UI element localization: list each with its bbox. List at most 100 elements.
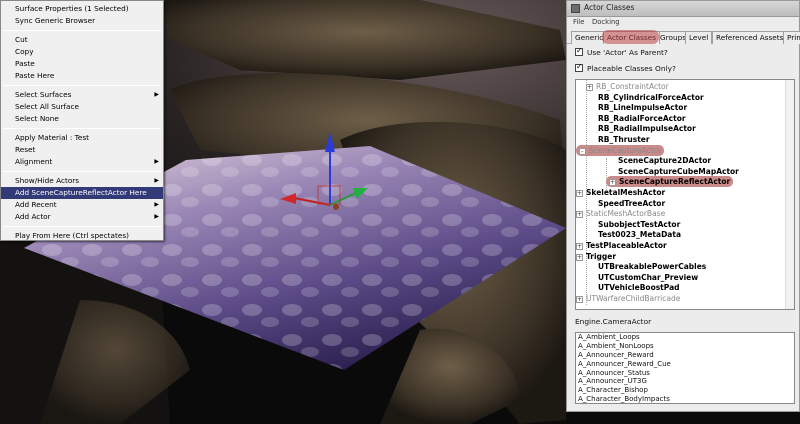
expand-icon[interactable]: + [576, 190, 583, 197]
expand-icon[interactable]: + [576, 296, 583, 303]
list-item[interactable]: A_Ambient_Loops [576, 333, 794, 342]
context-menu-item-label: Copy [15, 47, 34, 56]
tree-item[interactable]: SceneCaptureCubeMapActor [618, 166, 739, 177]
context-menu-item[interactable]: Select None [1, 113, 163, 125]
tree-scrollbar[interactable] [785, 80, 794, 309]
tab-referenced-assets[interactable]: Referenced Assets [712, 31, 788, 44]
tree-item-label: RB_LineImpulseActor [598, 103, 688, 113]
tree-item[interactable]: + SkeletalMeshActor [576, 187, 665, 198]
submenu-arrow-icon: ▶ [154, 158, 159, 165]
use-actor-as-parent-checkbox[interactable]: Use 'Actor' As Parent? [575, 46, 668, 60]
tab-actor-classes[interactable]: Actor Classes [603, 31, 661, 44]
tree-item[interactable]: - SceneCaptureActor [576, 144, 665, 156]
context-menu-item-label: Play From Here (Ctrl spectates) [15, 231, 129, 240]
context-menu-item-label: Paste [15, 59, 35, 68]
tree-item[interactable]: + StaticMeshActorBase [576, 208, 665, 219]
list-item[interactable]: A_Announcer_UT3G [576, 377, 794, 386]
context-menu-item[interactable]: Apply Material : Test [1, 132, 163, 144]
submenu-arrow-icon: ▶ [154, 213, 159, 220]
tree-item[interactable]: + Trigger [576, 251, 616, 262]
tree-item[interactable]: + TestPlaceableActor [576, 240, 667, 251]
collapse-icon[interactable]: - [579, 147, 586, 155]
tree-item[interactable]: UTVehicleBoostPad [598, 282, 680, 293]
placeable-classes-only-checkbox[interactable]: Placeable Classes Only? [575, 62, 676, 76]
tree-item-label: SceneCaptureActor [589, 145, 662, 155]
tree-item[interactable]: + UTWarfareChildBarricade [576, 293, 680, 304]
tree-item-label: SpeedTreeActor [598, 198, 666, 208]
tree-item-label: RB_Thruster [598, 135, 650, 144]
submenu-arrow-icon: ▶ [154, 91, 159, 98]
context-menu-item[interactable]: Add SceneCaptureReflectActor Here [1, 187, 163, 199]
window-titlebar[interactable]: Actor Classes [567, 1, 799, 17]
tree-item[interactable]: RB_RadialImpulseActor [598, 123, 696, 134]
tab-bar: Generic Actor Classes Groups Level Refer… [567, 30, 800, 44]
checkbox-label: Placeable Classes Only? [587, 64, 676, 73]
tree-item[interactable]: RB_LineImpulseActor [598, 102, 687, 113]
selected-class-name: Engine.CameraActor [575, 317, 652, 326]
context-menu-item[interactable]: Paste [1, 58, 163, 70]
context-menu-item-label: Reset [15, 145, 36, 154]
tree-item-label: StaticMeshActorBase [586, 209, 666, 219]
context-menu-item[interactable]: Reset [1, 144, 163, 156]
list-item[interactable]: A_Announcer_Status [576, 369, 794, 378]
context-menu-item[interactable]: Copy [1, 46, 163, 58]
context-menu-item[interactable]: Surface Properties (1 Selected) [1, 3, 163, 15]
tree-item[interactable]: SceneCapture2DActor [618, 155, 711, 166]
tree-item-label: RB_RadialForceActor [598, 113, 686, 123]
actor-classes-window: Actor Classes File Docking Generic Actor… [566, 0, 800, 412]
context-menu-item-label: Paste Here [15, 71, 55, 80]
tree-item-label: UTWarfareChildBarricade [586, 294, 681, 303]
tree-item-label: RB_RadialImpulseActor [598, 124, 696, 134]
context-menu-item[interactable]: Add Actor ▶ [1, 211, 163, 223]
tree-item-label: UTBreakablePowerCables [598, 262, 707, 272]
context-menu-item-label: Cut [15, 35, 28, 44]
list-item[interactable]: A_Announcer_Reward_Cue [576, 360, 794, 369]
tree-item-label: UTVehicleBoostPad [598, 283, 680, 293]
list-item[interactable]: A_Ambient_NonLoops [576, 342, 794, 351]
tree-item[interactable]: SubobjectTestActor [598, 219, 680, 230]
tree-item[interactable]: + SceneCaptureReflectActor [606, 176, 734, 188]
tree-item[interactable]: UTCustomChar_Preview [598, 272, 698, 283]
tree-item-label: Trigger [586, 251, 617, 261]
tab-generic[interactable]: Generic [571, 31, 608, 44]
menu-file[interactable]: File [573, 18, 584, 26]
tree-item[interactable]: UTBreakablePowerCables [598, 261, 706, 272]
tree-item[interactable]: RB_RadialForceActor [598, 113, 686, 124]
asset-list: A_Ambient_Loops A_Ambient_NonLoops A_Annou… [575, 332, 795, 404]
context-menu-item[interactable]: Paste Here [1, 70, 163, 82]
expand-icon[interactable]: + [609, 179, 616, 187]
tree-item-label: SceneCapture2DActor [618, 156, 712, 166]
context-menu-item[interactable]: Sync Generic Browser [1, 15, 163, 27]
list-item[interactable]: A_Announcer_Reward [576, 351, 794, 360]
tab-level[interactable]: Level [685, 31, 713, 44]
context-menu-item[interactable]: Play From Here (Ctrl spectates) [1, 230, 163, 242]
menu-separator [3, 226, 161, 227]
list-item[interactable]: A_Character_Bishop [576, 386, 794, 395]
menu-docking[interactable]: Docking [592, 18, 620, 26]
checkbox-check-icon [575, 62, 583, 72]
context-menu-item[interactable]: Alignment ▶ [1, 156, 163, 168]
menu-bar: File Docking [567, 17, 799, 28]
tree-item[interactable]: + RB_ConstraintActor [586, 81, 669, 92]
context-menu-item[interactable]: Add Recent ▶ [1, 199, 163, 211]
context-menu-item[interactable]: Show/Hide Actors ▶ [1, 175, 163, 187]
class-tree: + RB_ConstraintActor RB_CylindricalForceAc… [575, 79, 795, 310]
expand-icon[interactable]: + [586, 84, 593, 91]
expand-icon[interactable]: + [576, 243, 583, 250]
menu-separator [3, 171, 161, 172]
tree-item[interactable]: RB_Thruster [598, 134, 650, 145]
context-menu-item[interactable]: Cut [1, 34, 163, 46]
window-icon [571, 4, 580, 13]
context-menu-item-label: Add Recent [15, 200, 57, 209]
tree-item[interactable]: SpeedTreeActor [598, 198, 665, 209]
tree-item[interactable]: RB_CylindricalForceActor [598, 92, 704, 103]
checkbox-check-icon [575, 46, 583, 56]
context-menu-item[interactable]: Select All Surface [1, 101, 163, 113]
list-item[interactable]: A_Character_BodyImpacts [576, 395, 794, 403]
context-menu-item[interactable]: Select Surfaces ▶ [1, 89, 163, 101]
context-menu-item-label: Select None [15, 114, 59, 123]
expand-icon[interactable]: + [576, 211, 583, 219]
tree-item[interactable]: Test0023_MetaData [598, 229, 681, 240]
tab-prim[interactable]: Prim [783, 31, 800, 44]
expand-icon[interactable]: + [576, 253, 583, 261]
